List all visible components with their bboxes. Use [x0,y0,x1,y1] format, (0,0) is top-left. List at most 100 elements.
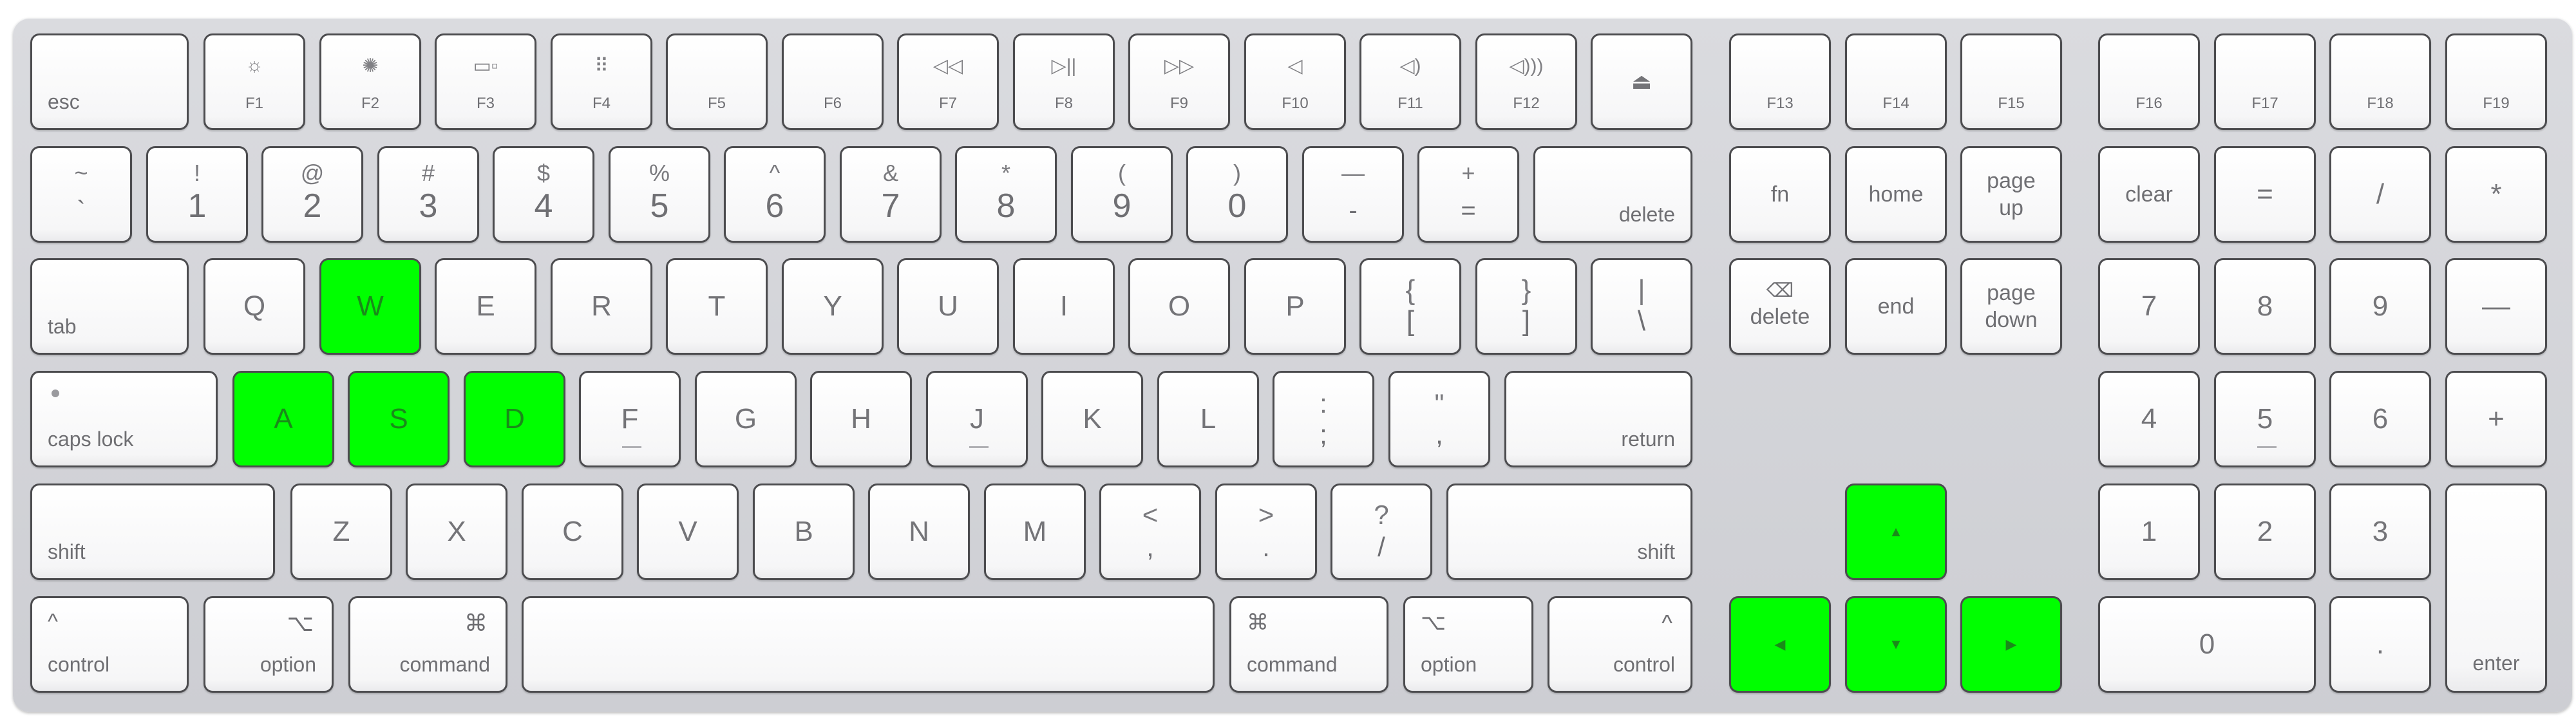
key-arrow-left[interactable]: ◀ [1729,596,1831,693]
key-end[interactable]: end [1845,258,1947,355]
key-n[interactable]: N [868,484,970,580]
key-numpad-7[interactable]: 7 [2098,258,2200,355]
key-3[interactable]: #3 [377,146,479,243]
key-f19[interactable]: F19 [2445,33,2547,130]
key-t[interactable]: T [666,258,768,355]
key-numpad-slash[interactable]: / [2329,146,2431,243]
key-right-command[interactable]: ⌘ command [1229,596,1388,693]
key-c[interactable]: C [522,484,623,580]
key-arrow-right[interactable]: ▶ [1960,596,2062,693]
key-numpad-dot[interactable]: . [2329,596,2431,693]
key-f12[interactable]: ◁))) F12 [1475,33,1577,130]
key-f16[interactable]: F16 [2098,33,2200,130]
key-f3[interactable]: ▭▫ F3 [435,33,536,130]
key-f8[interactable]: ▷|| F8 [1013,33,1115,130]
key-f7[interactable]: ◁◁ F7 [897,33,999,130]
key-r[interactable]: R [551,258,652,355]
key-z[interactable]: Z [290,484,392,580]
key-numpad-6[interactable]: 6 [2329,371,2431,467]
key-w[interactable]: W [319,258,421,355]
key-right-control[interactable]: ^ control [1548,596,1692,693]
key-page-down[interactable]: page down [1960,258,2062,355]
key-f11[interactable]: ◁) F11 [1359,33,1461,130]
key-b[interactable]: B [753,484,855,580]
key-f9[interactable]: ▷▷ F9 [1128,33,1230,130]
key-equal[interactable]: + = [1417,146,1519,243]
key-delete[interactable]: delete [1533,146,1692,243]
key-numpad-0[interactable]: 0 [2098,596,2316,693]
key-right-option[interactable]: ⌥ option [1403,596,1533,693]
key-s[interactable]: S [348,371,450,467]
key-5[interactable]: % 5 [609,146,710,243]
key-7[interactable]: & 7 [840,146,942,243]
key-return[interactable]: return [1504,371,1692,467]
key-space[interactable] [522,596,1215,693]
key-period[interactable]: >. [1215,484,1317,580]
key-y[interactable]: Y [782,258,884,355]
key-home[interactable]: home [1845,146,1947,243]
key-f10[interactable]: ◁ F10 [1244,33,1346,130]
key-numpad-9[interactable]: 9 [2329,258,2431,355]
key-numpad-enter[interactable]: enter [2445,484,2547,693]
key-i[interactable]: I [1013,258,1115,355]
key-right-shift[interactable]: shift [1446,484,1692,580]
key-q[interactable]: Q [204,258,305,355]
key-p[interactable]: P [1244,258,1346,355]
key-esc[interactable]: esc [30,33,189,130]
key-f6[interactable]: F6 [782,33,884,130]
key-numpad-3[interactable]: 3 [2329,484,2431,580]
key-1[interactable]: ! 1 [146,146,248,243]
key-2[interactable]: @2 [261,146,363,243]
key-v[interactable]: V [637,484,739,580]
key-u[interactable]: U [897,258,999,355]
key-minus[interactable]: — - [1302,146,1404,243]
key-numpad-equal[interactable]: = [2214,146,2316,243]
key-numpad-8[interactable]: 8 [2214,258,2316,355]
key-a[interactable]: A [232,371,334,467]
key-m[interactable]: M [984,484,1086,580]
key-f18[interactable]: F18 [2329,33,2431,130]
key-d[interactable]: D [464,371,565,467]
key-f1[interactable]: ☼ F1 [204,33,305,130]
key-numpad-star[interactable]: * [2445,146,2547,243]
key-4[interactable]: $4 [493,146,594,243]
key-numpad-plus[interactable]: + [2445,371,2547,467]
key-caps-lock[interactable]: caps lock [30,371,218,467]
key-numpad-4[interactable]: 4 [2098,371,2200,467]
key-tab[interactable]: tab [30,258,189,355]
key-fn[interactable]: fn [1729,146,1831,243]
key-0[interactable]: ) 0 [1186,146,1288,243]
key-f14[interactable]: F14 [1845,33,1947,130]
key-arrow-down[interactable]: ▼ [1845,596,1947,693]
key-6[interactable]: ^ 6 [724,146,826,243]
key-numpad-clear[interactable]: clear [2098,146,2200,243]
key-h[interactable]: H [810,371,912,467]
key-grave[interactable]: ~ ` [30,146,132,243]
key-o[interactable]: O [1128,258,1230,355]
key-k[interactable]: K [1041,371,1143,467]
key-f4[interactable]: ⠿ F4 [551,33,652,130]
key-comma[interactable]: <, [1099,484,1201,580]
key-semicolon[interactable]: :; [1273,371,1374,467]
key-right-bracket[interactable]: }] [1475,258,1577,355]
key-left-bracket[interactable]: {[ [1359,258,1461,355]
key-left-shift[interactable]: shift [30,484,275,580]
key-e[interactable]: E [435,258,536,355]
key-left-option[interactable]: ⌥ option [204,596,334,693]
key-quote[interactable]: ", [1388,371,1490,467]
key-backslash[interactable]: | \ [1591,258,1692,355]
key-8[interactable]: * 8 [955,146,1057,243]
key-g[interactable]: G [695,371,797,467]
key-arrow-up[interactable]: ▲ [1845,484,1947,580]
key-9[interactable]: (9 [1071,146,1173,243]
key-numpad-5[interactable]: 5 [2214,371,2316,467]
key-page-up[interactable]: page up [1960,146,2062,243]
key-eject[interactable]: ⏏ [1591,33,1692,130]
key-left-control[interactable]: ^ control [30,596,189,693]
key-numpad-2[interactable]: 2 [2214,484,2316,580]
key-left-command[interactable]: ⌘ command [348,596,507,693]
key-numpad-1[interactable]: 1 [2098,484,2200,580]
key-l[interactable]: L [1157,371,1259,467]
key-f5[interactable]: F5 [666,33,768,130]
key-forward-delete[interactable]: ⌫ delete [1729,258,1831,355]
